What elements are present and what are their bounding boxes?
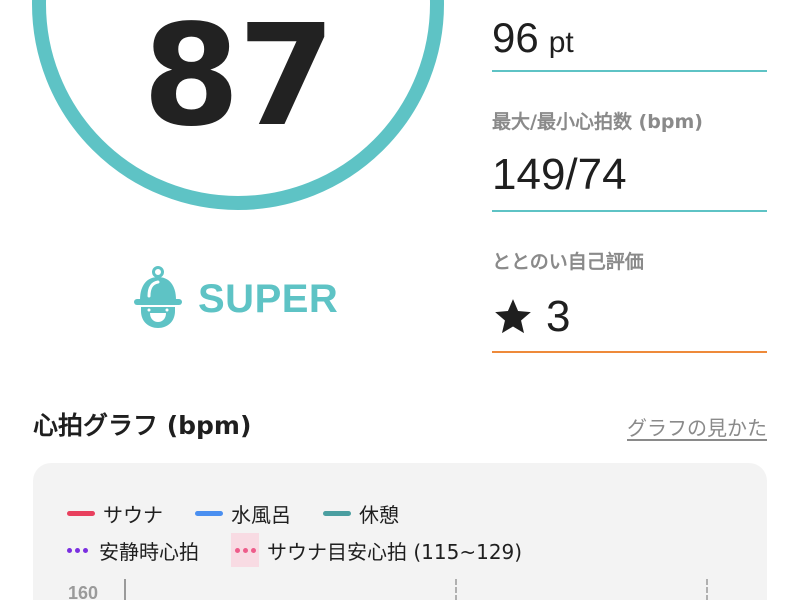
score-value: 87 xyxy=(142,0,336,158)
legend-label: サウナ目安心拍 (115~129) xyxy=(267,539,523,564)
legend-row: 安静時心拍 サウナ目安心拍 (115~129) xyxy=(67,533,554,567)
legend-item-sauna: サウナ xyxy=(67,499,163,528)
cold-bath-line-swatch xyxy=(195,511,223,516)
legend-label: 休憩 xyxy=(359,503,399,527)
heart-rate-label: 最大/最小心拍数 (bpm) xyxy=(492,111,703,133)
legend-label: サウナ xyxy=(103,503,163,527)
points-value: 96 xyxy=(492,14,539,61)
legend-item-rest: 休憩 xyxy=(323,499,399,528)
y-tick-label: 160 xyxy=(68,583,99,600)
rest-line-swatch xyxy=(323,511,351,516)
self-rating: 3 xyxy=(492,292,570,342)
rank-badge: SUPER xyxy=(132,266,338,332)
legend-label: 水風呂 xyxy=(231,503,291,527)
heart-graph-title: 心拍グラフ (bpm) xyxy=(33,411,252,440)
legend-item-resting-hr: 安静時心拍 xyxy=(67,536,199,565)
y-axis-line xyxy=(124,579,126,600)
legend-item-cold-bath: 水風呂 xyxy=(195,499,291,528)
heart-rate-value: 149/74 xyxy=(492,150,627,199)
heart-rate-divider xyxy=(492,210,767,212)
rank-label: SUPER xyxy=(198,276,339,321)
grid-dashed-line xyxy=(706,579,708,600)
star-icon xyxy=(495,299,531,334)
grid-dashed-line xyxy=(455,579,457,600)
bell-mascot-icon xyxy=(134,266,182,328)
resting-hr-dots-swatch xyxy=(67,547,91,553)
legend-label: 安静時心拍 xyxy=(99,539,199,564)
sauna-session-result: 87 SUPER 96 pt 最大/最小心拍数 (bpm) 149/74 ととの… xyxy=(0,0,800,600)
graph-help-link[interactable]: グラフの見かた xyxy=(627,412,767,441)
legend-row: サウナ 水風呂 休憩 xyxy=(67,499,431,528)
self-rating-label: ととのい自己評価 xyxy=(492,251,644,273)
legend-item-sauna-target: サウナ目安心拍 (115~129) xyxy=(231,533,522,567)
sauna-line-swatch xyxy=(67,511,95,516)
points-divider xyxy=(492,70,767,72)
points-unit: pt xyxy=(548,26,574,59)
heart-graph-card: サウナ 水風呂 休憩 安静時心拍 サウナ目安心拍 (115~129) 160 xyxy=(33,463,767,600)
points-readout: 96 pt xyxy=(492,14,574,62)
self-rating-value: 3 xyxy=(546,292,571,341)
sauna-target-zone-swatch xyxy=(231,533,259,567)
self-rating-divider xyxy=(492,351,767,353)
